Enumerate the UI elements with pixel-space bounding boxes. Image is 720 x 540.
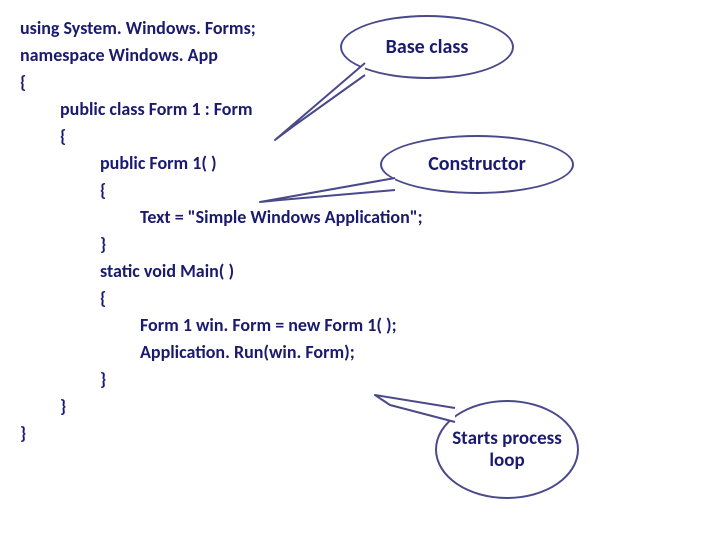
code-line: Form 1 win. Form = new Form 1( ); — [20, 312, 700, 339]
callout-label: Starts process loop — [437, 428, 577, 472]
callout-label: Base class — [386, 36, 469, 59]
code-line: } — [20, 393, 700, 420]
code-line: static void Main( ) — [20, 258, 700, 285]
callout-constructor: Constructor — [380, 135, 574, 194]
code-line: public class Form 1 : Form — [20, 96, 700, 123]
callout-label: Constructor — [428, 153, 526, 176]
code-line: public Form 1( ) — [20, 150, 700, 177]
code-line: } — [20, 420, 700, 447]
code-block: using System. Windows. Forms; namespace … — [20, 15, 700, 447]
code-line: { — [20, 69, 700, 96]
code-line: } — [20, 366, 700, 393]
code-line: { — [20, 123, 700, 150]
callout-base-class: Base class — [340, 15, 514, 79]
callout-starts-loop: Starts process loop — [435, 400, 579, 499]
code-line: { — [20, 285, 700, 312]
code-line: { — [20, 177, 700, 204]
code-line: } — [20, 231, 700, 258]
code-line: Application. Run(win. Form); — [20, 339, 700, 366]
code-line: Text = "Simple Windows Application"; — [20, 204, 700, 231]
